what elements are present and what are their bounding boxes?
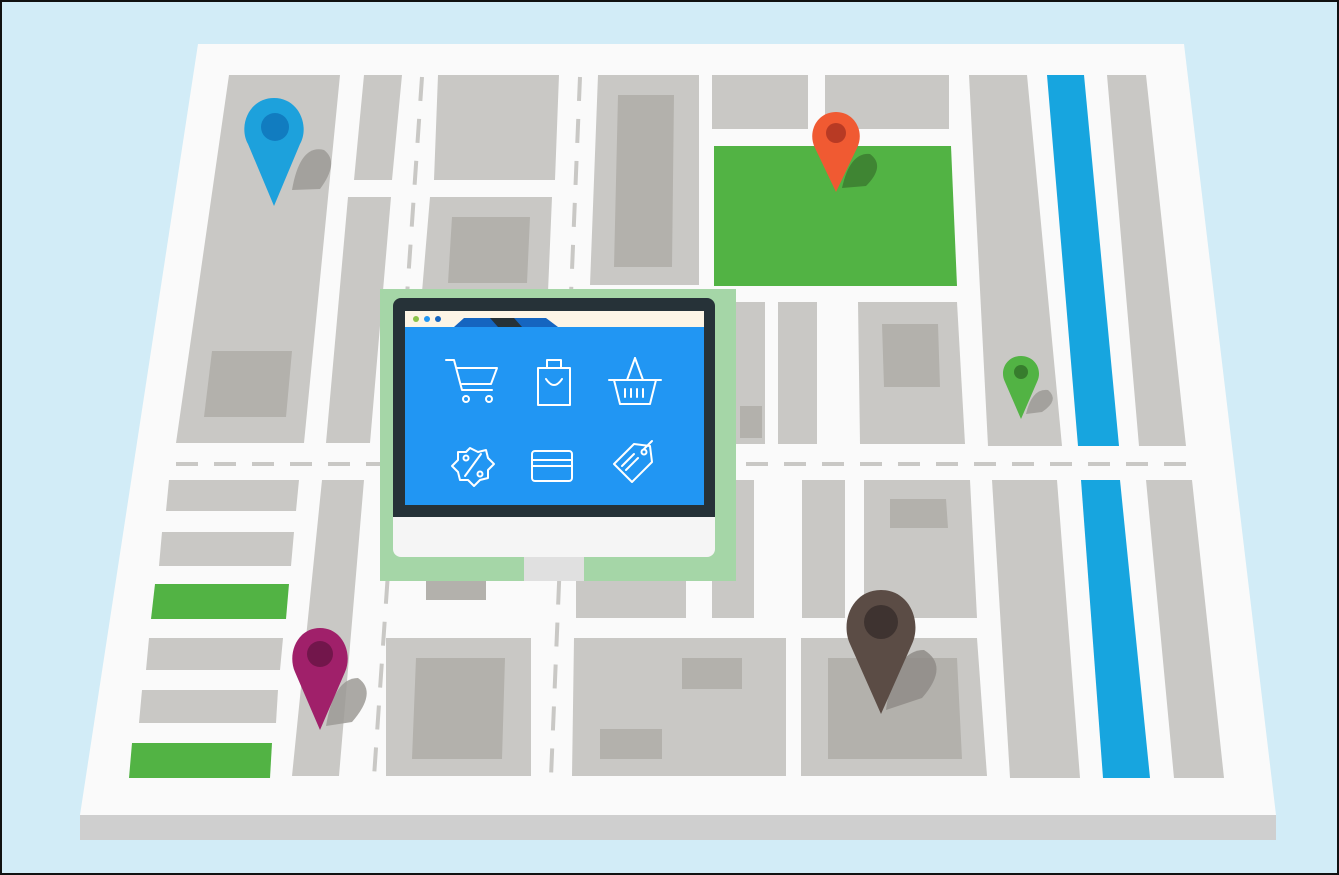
map-edge — [80, 815, 1276, 840]
map-illustration — [0, 0, 1339, 875]
browser-dot-darkblue — [435, 316, 441, 322]
browser-dot-blue — [424, 316, 430, 322]
monitor-screen — [405, 327, 704, 505]
map-svg — [80, 44, 1276, 840]
monitor-stand — [524, 557, 584, 581]
browser-dot-green — [413, 316, 419, 322]
shop-monitor — [380, 289, 736, 581]
